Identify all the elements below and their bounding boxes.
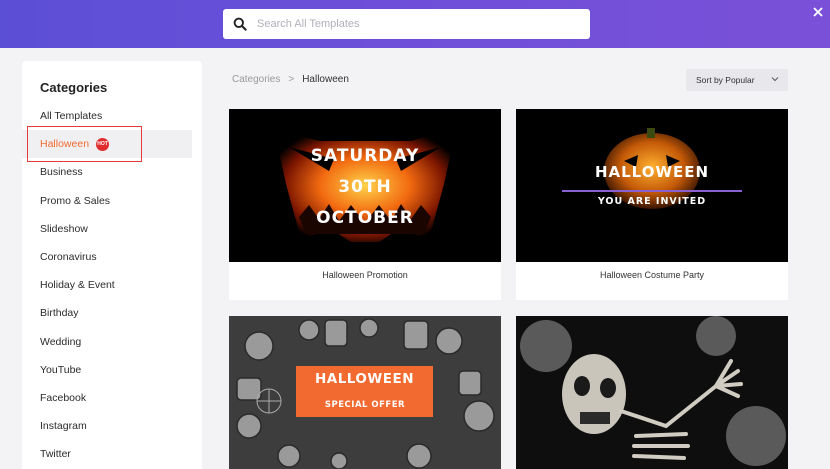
thumb-divider [562, 190, 742, 192]
breadcrumb-separator: > [288, 74, 295, 85]
search-icon[interactable] [225, 9, 255, 39]
sidebar-item-birthday[interactable]: Birthday [22, 299, 202, 327]
template-card-halloween-promotion[interactable]: SATURDAY 30TH OCTOBER Halloween Promotio… [229, 109, 501, 300]
breadcrumb-current: Halloween [302, 74, 349, 85]
template-card-halloween-special-offer[interactable]: HALLOWEEN SPECIAL OFFER [229, 316, 501, 469]
hot-badge: HOT [96, 137, 110, 151]
sidebar-item-instagram[interactable]: Instagram [22, 412, 202, 440]
template-title: Halloween Costume Party [599, 270, 705, 280]
sidebar-item-twitter[interactable]: Twitter [22, 440, 202, 468]
template-card-skeleton[interactable] [516, 316, 788, 469]
sidebar-item-wedding[interactable]: Wedding [22, 328, 202, 356]
sidebar-item-all-templates[interactable]: All Templates [22, 102, 202, 130]
template-thumbnail: SATURDAY 30TH OCTOBER [229, 109, 501, 262]
category-sidebar: Categories All Templates Halloween HOT Bu… [22, 61, 202, 469]
search-box[interactable] [223, 9, 590, 39]
sidebar-item-slideshow[interactable]: Slideshow [22, 215, 202, 243]
template-thumbnail [516, 316, 788, 469]
sort-dropdown[interactable]: Sort by Popular [686, 69, 788, 91]
thumb-text-line: SATURDAY [310, 146, 420, 166]
thumb-text-line: HALLOWEEN [314, 371, 415, 387]
template-card-halloween-costume-party[interactable]: HALLOWEEN YOU ARE INVITED Halloween Cost… [516, 109, 788, 300]
thumb-text-line: HALLOWEEN [594, 163, 710, 181]
sidebar-item-business[interactable]: Business [22, 158, 202, 186]
thumb-text-line: YOU ARE INVITED [597, 196, 707, 207]
template-title: Halloween Promotion [322, 270, 408, 280]
breadcrumb: Categories > Halloween [232, 74, 349, 85]
template-thumbnail: HALLOWEEN SPECIAL OFFER [229, 316, 501, 469]
top-bar [0, 0, 830, 48]
sidebar-item-coronavirus[interactable]: Coronavirus [22, 243, 202, 271]
sort-label: Sort by Popular [696, 75, 755, 85]
search-input[interactable] [257, 18, 577, 30]
sidebar-item-promo-sales[interactable]: Promo & Sales [22, 187, 202, 215]
chevron-down-icon [770, 74, 780, 86]
close-icon[interactable] [808, 2, 828, 22]
breadcrumb-categories-link[interactable]: Categories [232, 74, 280, 85]
template-thumbnail: HALLOWEEN YOU ARE INVITED [516, 109, 788, 262]
sidebar-item-facebook[interactable]: Facebook [22, 384, 202, 412]
thumb-text-line: 30TH [338, 177, 392, 197]
thumb-text-line: OCTOBER [316, 208, 414, 228]
sidebar-title: Categories [40, 80, 108, 95]
category-list: All Templates Halloween HOT Business Prom… [22, 102, 202, 468]
sidebar-item-youtube[interactable]: YouTube [22, 356, 202, 384]
sidebar-item-holiday-event[interactable]: Holiday & Event [22, 271, 202, 299]
thumb-text-line: SPECIAL OFFER [324, 400, 406, 410]
sidebar-item-halloween[interactable]: Halloween HOT [22, 130, 192, 159]
